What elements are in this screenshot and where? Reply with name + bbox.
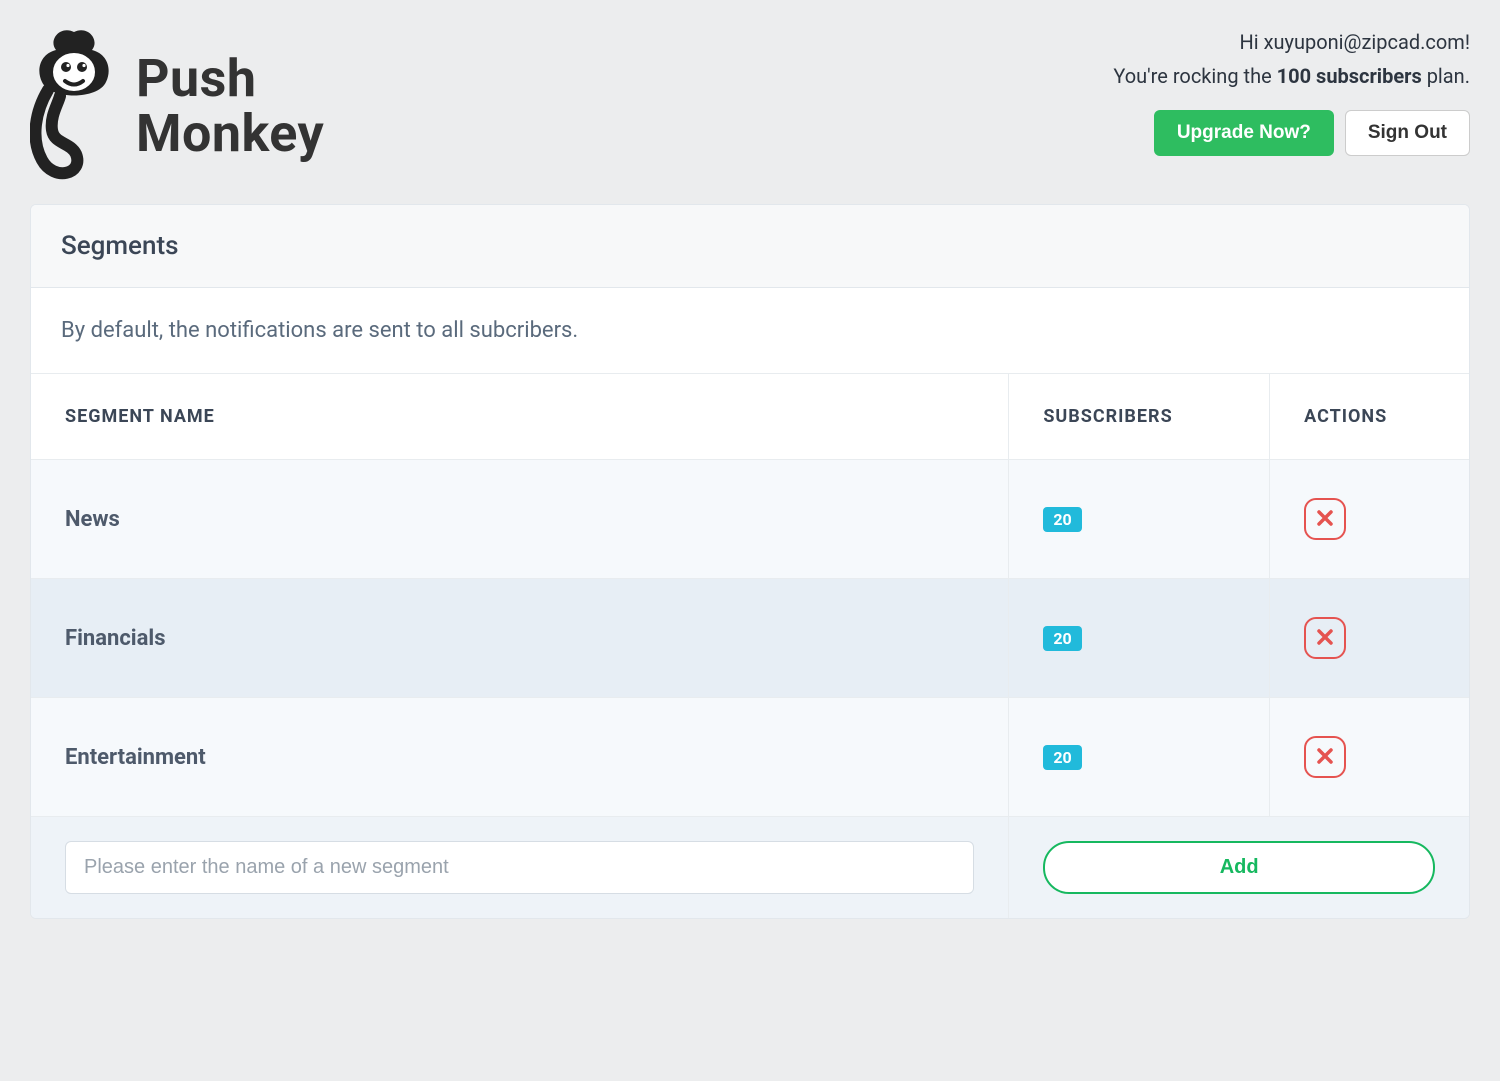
segment-name-cell: Financials [31,579,1009,698]
brand-name-line2: Monkey [136,107,324,162]
col-header-name: SEGMENT NAME [31,374,1009,460]
subscribers-badge: 20 [1043,626,1081,651]
panel-hint: By default, the notifications are sent t… [31,288,1469,374]
table-row: Financials 20 [31,579,1469,698]
plan-text: You're rocking the 100 subscribers plan. [1113,64,1470,88]
brand-name-line1: Push [136,52,324,107]
panel-title: Segments [31,205,1469,288]
close-icon [1317,510,1333,529]
new-segment-input[interactable] [65,841,974,894]
table-row: Entertainment 20 [31,698,1469,817]
subscribers-badge: 20 [1043,507,1081,532]
brand-logo: Push Monkey [30,30,324,184]
delete-button[interactable] [1304,736,1346,778]
segment-name-cell: Entertainment [31,698,1009,817]
monkey-icon [30,30,118,184]
segment-name-cell: News [31,460,1009,579]
segments-table: SEGMENT NAME SUBSCRIBERS ACTIONS News 20 [31,374,1469,918]
close-icon [1317,629,1333,648]
upgrade-button[interactable]: Upgrade Now? [1154,110,1334,156]
new-segment-row: Add [31,817,1469,919]
close-icon [1317,748,1333,767]
account-area: Hi xuyuponi@zipcad.com! You're rocking t… [1113,30,1470,156]
greeting-text: Hi xuyuponi@zipcad.com! [1113,30,1470,54]
delete-button[interactable] [1304,617,1346,659]
col-header-actions: ACTIONS [1270,374,1469,460]
col-header-subscribers: SUBSCRIBERS [1009,374,1270,460]
table-row: News 20 [31,460,1469,579]
segments-panel: Segments By default, the notifications a… [30,204,1470,919]
add-segment-button[interactable]: Add [1043,841,1435,894]
delete-button[interactable] [1304,498,1346,540]
subscribers-badge: 20 [1043,745,1081,770]
signout-button[interactable]: Sign Out [1345,110,1470,156]
